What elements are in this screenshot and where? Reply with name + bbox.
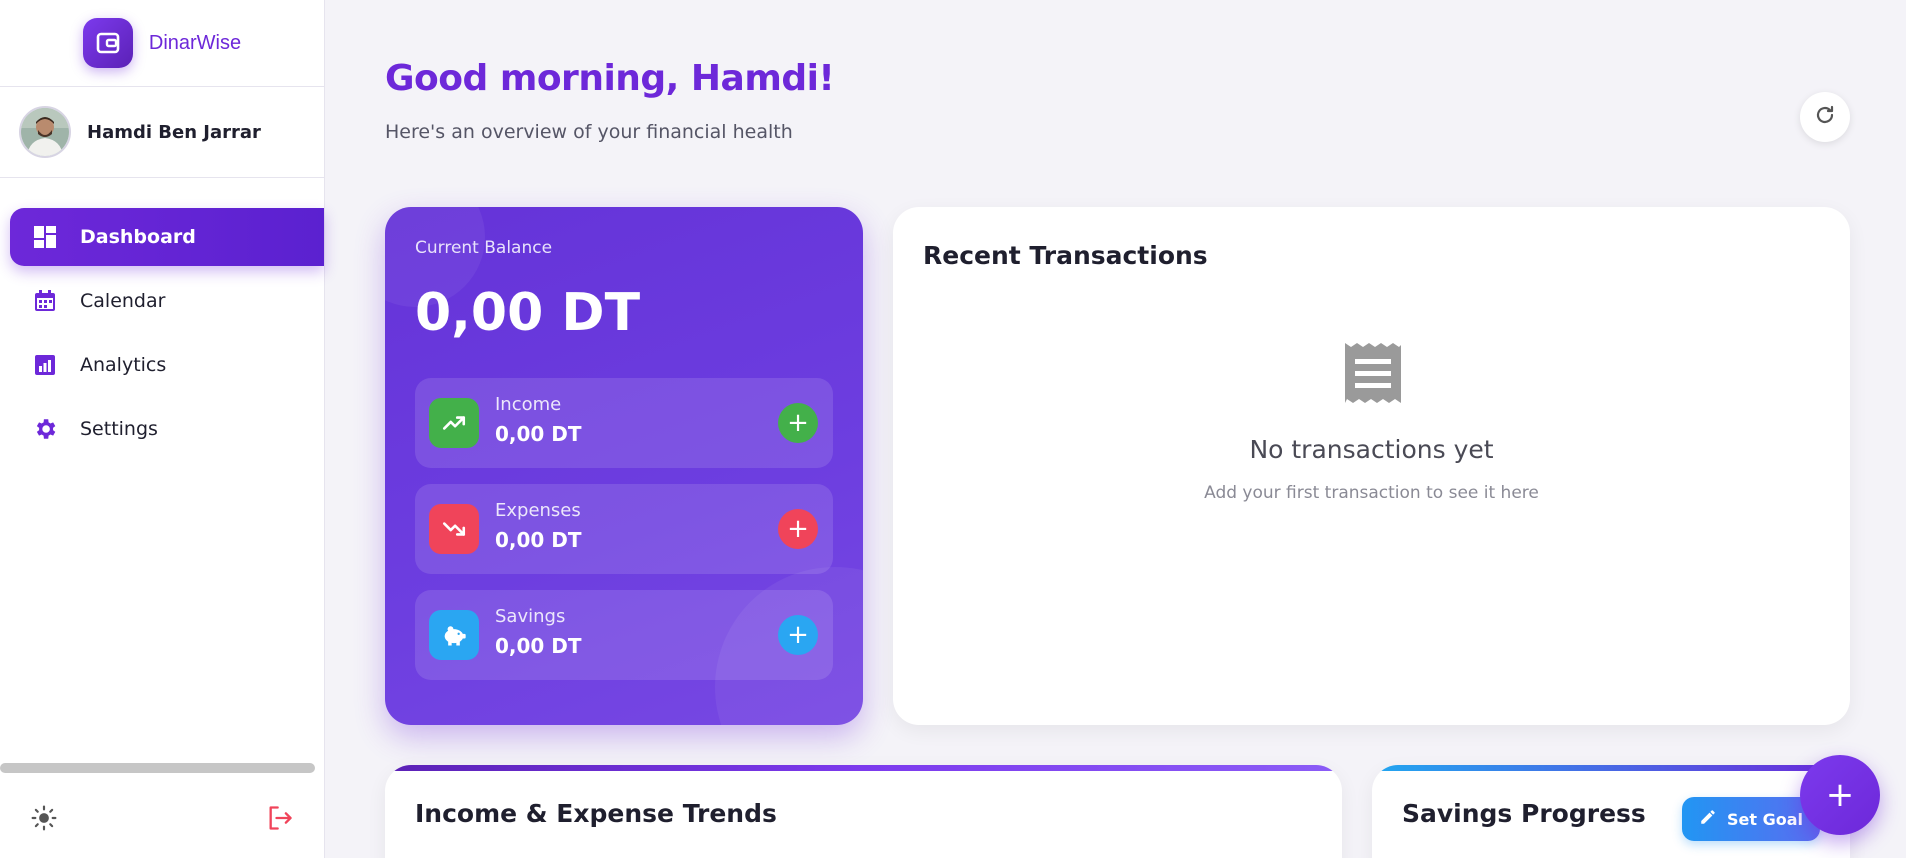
plus-icon: + xyxy=(787,408,809,438)
plus-icon: + xyxy=(1825,775,1855,815)
add-income-button[interactable]: + xyxy=(778,403,818,443)
logout-button[interactable] xyxy=(264,804,296,836)
recent-transactions-card: Recent Transactions No transactions yet … xyxy=(893,207,1850,725)
trending-down-icon xyxy=(429,504,479,554)
app-name: DinarWise xyxy=(148,31,242,54)
card-accent-bar xyxy=(385,765,1342,771)
trending-up-icon xyxy=(429,398,479,448)
set-goal-button[interactable]: Set Goal xyxy=(1682,797,1820,841)
add-savings-button[interactable]: + xyxy=(778,615,818,655)
add-transaction-fab[interactable]: + xyxy=(1800,755,1880,835)
avatar xyxy=(19,106,71,158)
balance-card: Current Balance 0,00 DT Income 0,00 DT +… xyxy=(385,207,863,725)
nav-item-dashboard[interactable]: Dashboard xyxy=(10,208,324,266)
expenses-row: Expenses 0,00 DT + xyxy=(415,484,833,574)
brand[interactable]: DinarWise xyxy=(0,0,324,87)
sidebar-scrollbar[interactable] xyxy=(0,763,315,773)
page-title: Good morning, Hamdi! xyxy=(385,58,835,99)
income-value: 0,00 DT xyxy=(495,422,582,446)
wallet-icon xyxy=(82,18,133,68)
nav-label-dashboard: Dashboard xyxy=(80,226,196,248)
income-expense-trends-card: Income & Expense Trends xyxy=(385,765,1342,858)
savings-label: Savings xyxy=(495,606,566,627)
empty-state-title: No transactions yet xyxy=(1249,435,1494,464)
page-subtitle: Here's an overview of your financial hea… xyxy=(385,121,793,143)
expenses-value: 0,00 DT xyxy=(495,528,582,552)
transactions-title: Recent Transactions xyxy=(923,241,1208,270)
sidebar-footer xyxy=(0,800,325,838)
piggy-bank-icon xyxy=(429,610,479,660)
balance-label: Current Balance xyxy=(415,238,553,258)
card-accent-bar xyxy=(1372,765,1850,771)
nav-item-analytics[interactable]: Analytics xyxy=(10,336,324,394)
sidebar: DinarWise Hamdi Ben Jarrar Dashboard Cal… xyxy=(0,0,325,858)
user-profile[interactable]: Hamdi Ben Jarrar xyxy=(0,87,324,178)
user-name: Hamdi Ben Jarrar xyxy=(87,121,261,143)
income-row: Income 0,00 DT + xyxy=(415,378,833,468)
add-expense-button[interactable]: + xyxy=(778,509,818,549)
set-goal-label: Set Goal xyxy=(1727,809,1803,829)
empty-state-subtitle: Add your first transaction to see it her… xyxy=(1204,483,1539,503)
calendar-icon xyxy=(32,288,58,314)
expenses-label: Expenses xyxy=(495,500,581,521)
analytics-icon xyxy=(32,352,58,378)
savings-row: Savings 0,00 DT + xyxy=(415,590,833,680)
gear-icon xyxy=(32,416,58,442)
sun-icon xyxy=(31,805,57,835)
refresh-icon xyxy=(1813,103,1837,131)
nav-item-calendar[interactable]: Calendar xyxy=(10,272,324,330)
savings-progress-title: Savings Progress xyxy=(1402,799,1646,828)
savings-value: 0,00 DT xyxy=(495,634,582,658)
plus-icon: + xyxy=(787,620,809,650)
theme-toggle-button[interactable] xyxy=(28,804,60,836)
pencil-icon xyxy=(1699,808,1717,830)
income-label: Income xyxy=(495,394,562,415)
nav-label-settings: Settings xyxy=(80,418,158,440)
receipt-icon xyxy=(1343,341,1403,407)
trends-title: Income & Expense Trends xyxy=(415,799,777,828)
savings-progress-card: Savings Progress Set Goal xyxy=(1372,765,1850,858)
balance-amount: 0,00 DT xyxy=(415,283,641,343)
dashboard-icon xyxy=(32,224,58,250)
nav-label-analytics: Analytics xyxy=(80,354,167,376)
nav-item-settings[interactable]: Settings xyxy=(10,400,324,458)
refresh-button[interactable] xyxy=(1800,92,1850,142)
main-nav: Dashboard Calendar Analytics Settings xyxy=(0,208,324,458)
logout-icon xyxy=(266,804,294,836)
nav-label-calendar: Calendar xyxy=(80,290,166,312)
plus-icon: + xyxy=(787,514,809,544)
